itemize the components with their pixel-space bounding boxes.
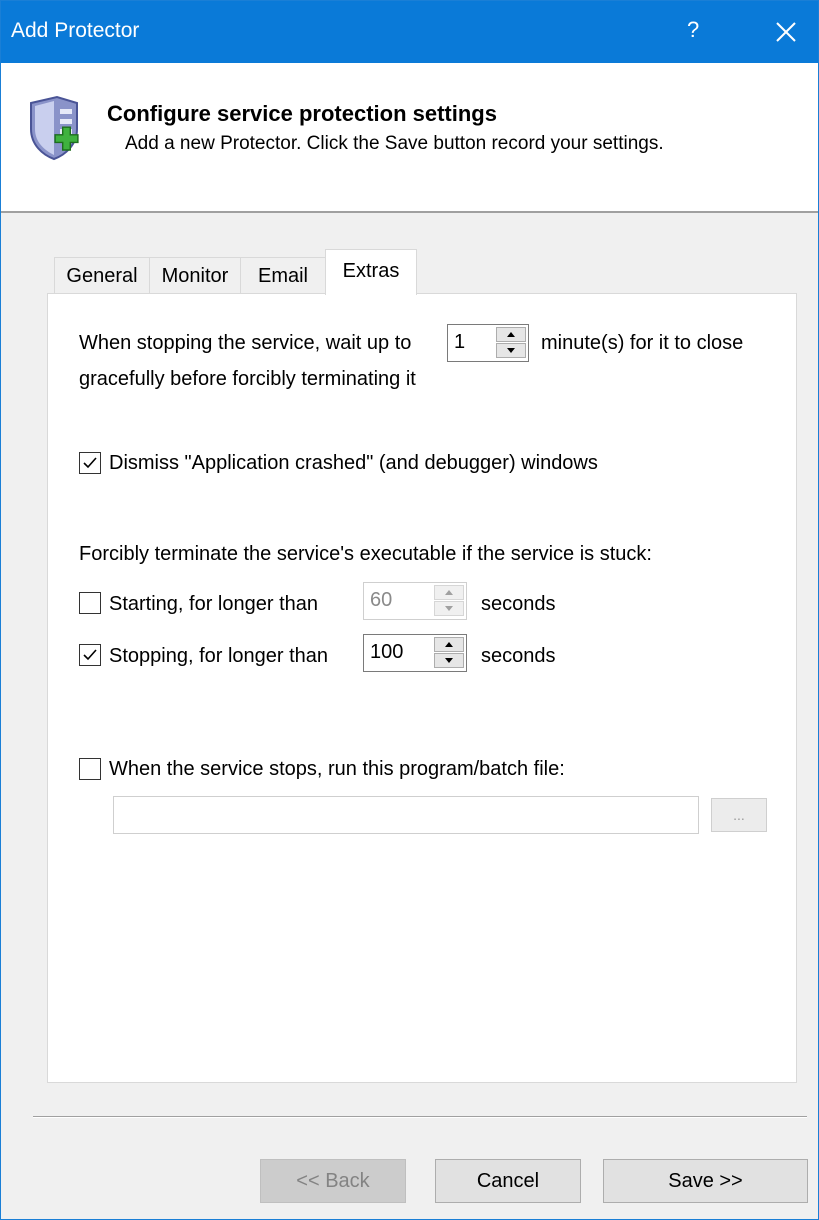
stop-wait-suffix: minute(s) for it to close bbox=[541, 332, 744, 354]
tab-monitor[interactable]: Monitor bbox=[149, 257, 241, 293]
save-button[interactable]: Save >> bbox=[603, 1159, 808, 1203]
starting-checkbox[interactable] bbox=[79, 592, 101, 614]
stop-wait-minutes-value[interactable]: 1 bbox=[454, 331, 465, 354]
header-subtitle: Add a new Protector. Click the Save butt… bbox=[125, 133, 664, 154]
program-path-input[interactable] bbox=[113, 796, 699, 834]
stopping-label[interactable]: Stopping, for longer than bbox=[109, 645, 328, 668]
help-button[interactable]: ? bbox=[687, 17, 699, 43]
title-bar[interactable]: Add Protector ? bbox=[1, 1, 818, 63]
extras-tab-panel bbox=[47, 293, 797, 1083]
cancel-button[interactable]: Cancel bbox=[435, 1159, 581, 1203]
add-protector-dialog: Add Protector ? Configure service protec… bbox=[0, 0, 819, 1220]
run-program-label[interactable]: When the service stops, run this program… bbox=[109, 758, 565, 781]
checkmark-icon bbox=[83, 457, 97, 469]
starting-label[interactable]: Starting, for longer than bbox=[109, 593, 318, 616]
starting-seconds-spinner[interactable]: 60 bbox=[363, 582, 467, 620]
starting-seconds-value[interactable]: 60 bbox=[370, 589, 392, 612]
run-program-checkbox[interactable] bbox=[79, 758, 101, 780]
browse-button[interactable]: ... bbox=[711, 798, 767, 832]
stopping-checkbox[interactable] bbox=[79, 644, 101, 666]
shield-add-icon bbox=[30, 95, 79, 161]
tab-extras[interactable]: Extras bbox=[325, 249, 417, 295]
spinner-arrows[interactable] bbox=[434, 585, 464, 617]
spinner-arrows[interactable] bbox=[496, 327, 526, 359]
spin-up-icon[interactable] bbox=[496, 327, 526, 342]
close-icon bbox=[776, 22, 796, 42]
stop-wait-line2: gracefully before forcibly terminating i… bbox=[79, 368, 416, 390]
spin-down-icon[interactable] bbox=[434, 653, 464, 668]
terminate-heading: Forcibly terminate the service's executa… bbox=[79, 543, 652, 565]
spin-down-icon[interactable] bbox=[434, 601, 464, 616]
spin-up-icon[interactable] bbox=[434, 585, 464, 600]
dialog-header: Configure service protection settings Ad… bbox=[1, 63, 818, 213]
checkmark-icon bbox=[83, 649, 97, 661]
stopping-seconds-value[interactable]: 100 bbox=[370, 641, 403, 664]
tab-general[interactable]: General bbox=[54, 257, 150, 293]
spin-down-icon[interactable] bbox=[496, 343, 526, 358]
spin-up-icon[interactable] bbox=[434, 637, 464, 652]
stop-wait-minutes-spinner[interactable]: 1 bbox=[447, 324, 529, 362]
footer-separator bbox=[33, 1116, 807, 1118]
stopping-unit: seconds bbox=[481, 645, 556, 667]
header-title: Configure service protection settings bbox=[107, 101, 497, 126]
back-button[interactable]: << Back bbox=[260, 1159, 406, 1203]
spinner-arrows[interactable] bbox=[434, 637, 464, 669]
close-button[interactable] bbox=[763, 9, 809, 55]
window-title: Add Protector bbox=[11, 19, 140, 42]
stopping-seconds-spinner[interactable]: 100 bbox=[363, 634, 467, 672]
dismiss-crashed-checkbox[interactable] bbox=[79, 452, 101, 474]
tab-email[interactable]: Email bbox=[240, 257, 326, 293]
dismiss-crashed-label[interactable]: Dismiss "Application crashed" (and debug… bbox=[109, 452, 598, 475]
stop-wait-prefix: When stopping the service, wait up to bbox=[79, 332, 412, 354]
starting-unit: seconds bbox=[481, 593, 556, 615]
